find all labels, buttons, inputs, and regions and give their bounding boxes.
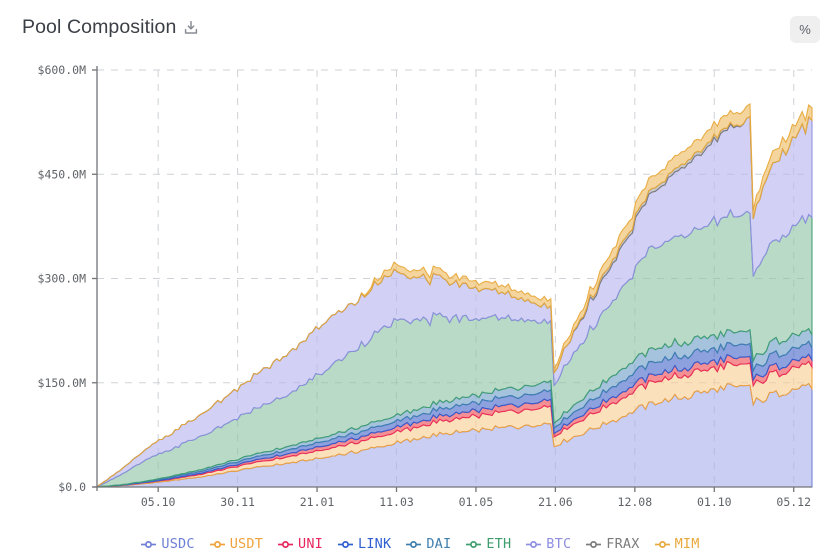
x-axis-tick-label: 11.03 bbox=[379, 495, 414, 509]
legend-item-btc[interactable]: BTC bbox=[525, 536, 571, 552]
y-axis-tick-label: $150.0M bbox=[38, 376, 87, 390]
legend-marker-icon bbox=[466, 540, 482, 548]
legend-item-usdc[interactable]: USDC bbox=[140, 536, 195, 552]
legend-item-link[interactable]: LINK bbox=[337, 536, 391, 552]
legend-marker-icon bbox=[526, 540, 542, 548]
legend-item-mim[interactable]: MIM bbox=[654, 536, 700, 552]
y-axis-tick-label: $450.0M bbox=[38, 167, 87, 181]
legend-item-eth[interactable]: ETH bbox=[465, 536, 511, 552]
legend-marker-icon bbox=[141, 540, 157, 548]
legend-item-uni[interactable]: UNI bbox=[277, 536, 323, 552]
legend-label: LINK bbox=[358, 536, 392, 552]
y-axis-tick-label: $0.0 bbox=[58, 480, 86, 494]
y-axis-tick-label: $300.0M bbox=[38, 272, 87, 286]
area-series-group bbox=[96, 102, 813, 488]
x-axis-tick-label: 05.10 bbox=[141, 495, 176, 509]
legend-item-dai[interactable]: DAI bbox=[405, 536, 451, 552]
x-axis-tick-label: 30.11 bbox=[220, 495, 255, 509]
x-axis-tick-label: 01.10 bbox=[697, 495, 732, 509]
legend-label: USDC bbox=[161, 536, 195, 552]
x-axis-tick-label: 21.06 bbox=[538, 495, 573, 509]
chart-plot-area[interactable]: $0.0 $150.0M $300.0M $450.0M $600.0M 05.10 30.… bbox=[0, 0, 840, 520]
chart-legend: USDC USDT UNI LINK DAI ETH BTC FRAX MIM bbox=[0, 536, 840, 552]
stacked-area-chart[interactable]: $0.0 $150.0M $300.0M $450.0M $600.0M 05.10 30.… bbox=[0, 0, 840, 520]
legend-marker-icon bbox=[406, 540, 422, 548]
y-axis-tick-label: $600.0M bbox=[38, 63, 87, 77]
legend-marker-icon bbox=[209, 540, 225, 548]
legend-item-usdt[interactable]: USDT bbox=[209, 536, 263, 552]
legend-label: BTC bbox=[546, 536, 572, 552]
legend-marker-icon bbox=[278, 540, 294, 548]
x-axis-tick-label: 12.08 bbox=[618, 495, 653, 509]
x-axis-tick-label: 21.01 bbox=[300, 495, 335, 509]
legend-item-frax[interactable]: FRAX bbox=[585, 536, 639, 552]
legend-label: DAI bbox=[426, 536, 452, 552]
legend-marker-icon bbox=[654, 540, 670, 548]
legend-marker-icon bbox=[338, 540, 354, 548]
x-axis-tick-label: 01.05 bbox=[459, 495, 494, 509]
legend-label: ETH bbox=[486, 536, 512, 552]
legend-label: FRAX bbox=[606, 536, 640, 552]
legend-marker-icon bbox=[586, 540, 602, 548]
legend-label: MIM bbox=[674, 536, 700, 552]
x-axis-tick-label: 05.12 bbox=[776, 495, 811, 509]
legend-label: UNI bbox=[298, 536, 324, 552]
legend-label: USDT bbox=[229, 536, 264, 552]
